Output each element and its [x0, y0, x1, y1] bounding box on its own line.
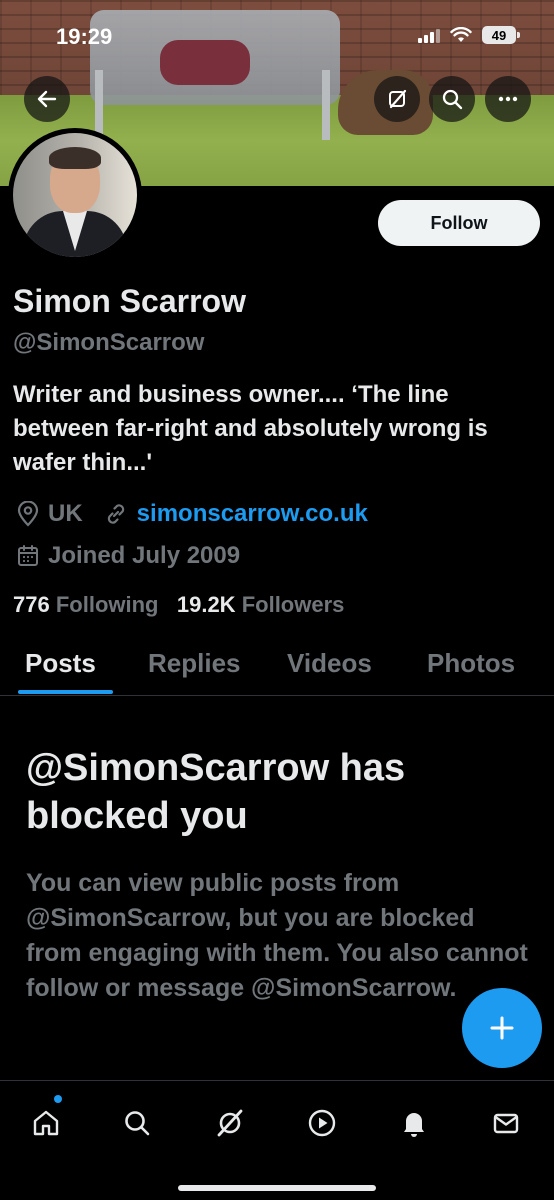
- profile-bio: Writer and business owner.... ‘The line …: [13, 381, 488, 476]
- plus-icon: [490, 1016, 514, 1040]
- more-button[interactable]: [485, 76, 531, 122]
- home-icon: [33, 1110, 59, 1136]
- tab-photos[interactable]: Photos: [427, 648, 515, 679]
- search-button[interactable]: [429, 76, 475, 122]
- compose-button[interactable]: [462, 988, 542, 1068]
- calendar-icon: [16, 544, 40, 568]
- banner-bench-leg: [322, 70, 330, 140]
- following-label: Following: [55, 592, 159, 617]
- profile-handle: @SimonScarrow: [13, 329, 205, 356]
- nav-notifications[interactable]: [392, 1101, 436, 1145]
- profile-meta-row: UK simonscarrow.co.uk: [16, 500, 368, 528]
- mail-icon: [493, 1113, 519, 1134]
- signal-icon: [418, 27, 440, 43]
- back-button[interactable]: [24, 76, 70, 122]
- nav-explore[interactable]: [115, 1101, 159, 1145]
- back-arrow-icon: [37, 90, 57, 108]
- location-pin-icon: [16, 501, 40, 527]
- search-icon: [442, 89, 463, 110]
- battery-indicator: 49: [482, 26, 520, 44]
- grok-button[interactable]: [374, 76, 420, 122]
- nav-video[interactable]: [300, 1101, 344, 1145]
- bell-icon: [404, 1113, 424, 1137]
- search-icon: [125, 1111, 150, 1136]
- blocked-description: You can view public posts from @SimonSca…: [26, 869, 528, 1002]
- bottom-navigation: [0, 1080, 554, 1200]
- nav-home[interactable]: [24, 1101, 68, 1145]
- tab-posts[interactable]: Posts: [25, 648, 96, 679]
- profile-stats: 776 Following 19.2K Followers: [13, 592, 344, 618]
- banner-bench-leg: [95, 70, 103, 140]
- profile-name: Simon Scarrow: [13, 283, 246, 319]
- following-count: 776: [13, 592, 50, 617]
- profile-website-link[interactable]: simonscarrow.co.uk: [137, 500, 368, 528]
- followers-count: 19.2K: [176, 592, 236, 617]
- blocked-title: @SimonScarrow has blocked you: [26, 747, 406, 837]
- profile-avatar[interactable]: [8, 128, 142, 262]
- nav-grok[interactable]: [208, 1101, 252, 1145]
- profile-location: UK: [48, 500, 83, 527]
- profile-tabs: Posts Replies Videos Photos: [0, 640, 554, 696]
- profile-joined-row: Joined July 2009: [16, 542, 240, 570]
- more-icon: [498, 96, 518, 102]
- grok-icon: [389, 89, 407, 109]
- followers-label: Followers: [241, 592, 345, 617]
- following-link[interactable]: 776 Following: [13, 592, 165, 617]
- home-notification-dot: [54, 1095, 62, 1103]
- nav-messages[interactable]: [484, 1101, 528, 1145]
- grok-icon: [217, 1109, 243, 1137]
- play-icon: [308, 1109, 336, 1137]
- follow-button[interactable]: Follow: [378, 200, 540, 246]
- followers-link[interactable]: 19.2K Followers: [177, 592, 345, 617]
- link-icon: [103, 501, 129, 527]
- tab-videos[interactable]: Videos: [287, 648, 372, 679]
- avatar-photo: [13, 133, 137, 257]
- profile-joined-date: Joined July 2009: [48, 542, 241, 569]
- wifi-icon: [450, 27, 472, 42]
- active-tab-indicator: [18, 690, 113, 694]
- status-icons: 49: [418, 26, 520, 44]
- home-indicator: [178, 1185, 376, 1191]
- status-time: 19:29: [56, 24, 113, 49]
- tab-replies[interactable]: Replies: [148, 648, 241, 679]
- banner-blanket: [160, 40, 250, 85]
